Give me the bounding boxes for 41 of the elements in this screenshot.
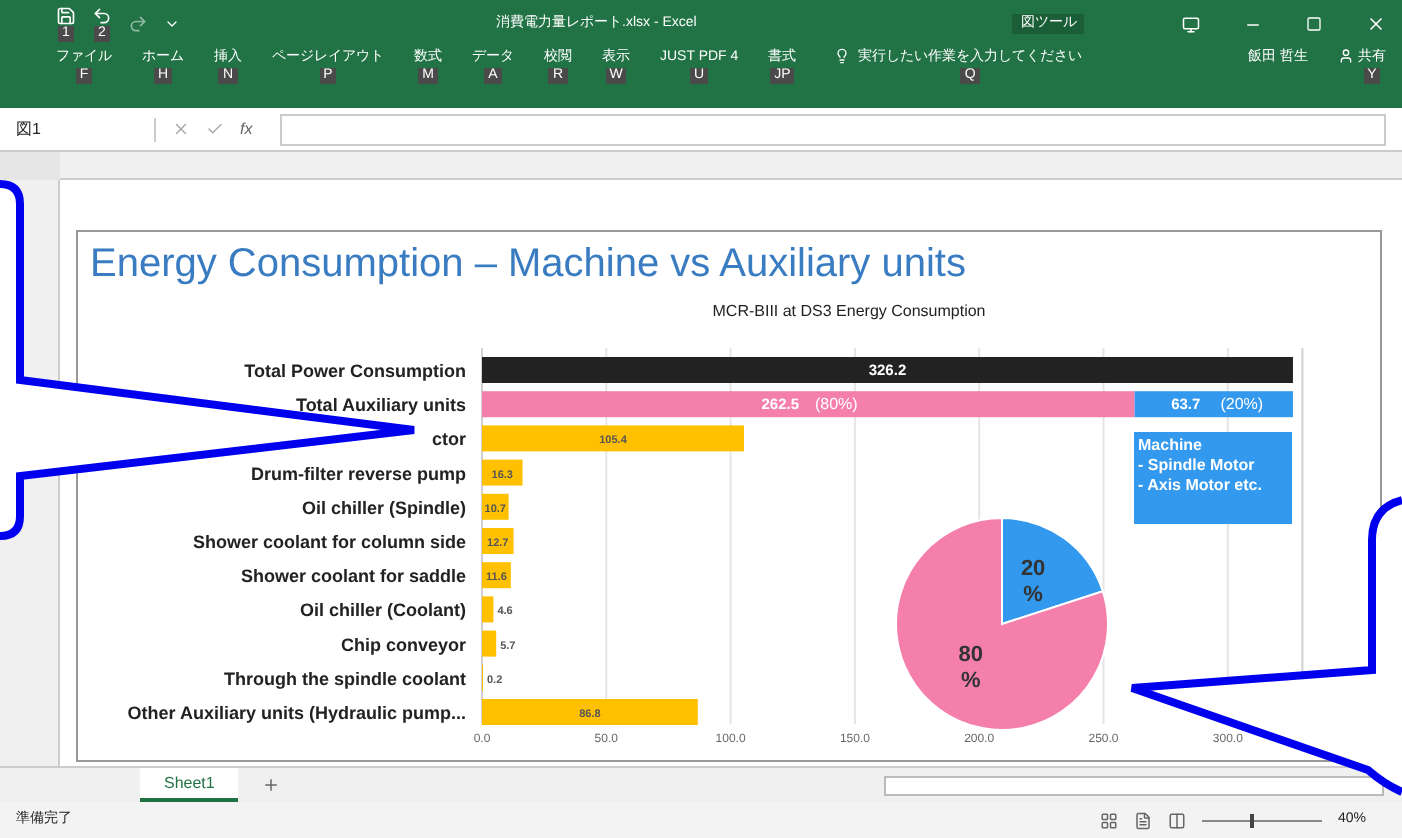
slice-label: 20 % xyxy=(1020,557,1046,608)
close-icon[interactable] xyxy=(1366,14,1386,34)
page-break-icon[interactable] xyxy=(1167,811,1186,829)
function-button[interactable]: fx xyxy=(240,117,264,141)
bar xyxy=(482,493,509,520)
bar xyxy=(482,630,497,657)
formula-field[interactable] xyxy=(280,113,1386,145)
category-label: Shower coolant for column side xyxy=(192,532,466,552)
person-icon xyxy=(1338,48,1354,64)
share-label: (20%) xyxy=(1220,395,1264,414)
category-label: Through the spindle coolant xyxy=(224,668,466,689)
category-label: Other Auxiliary units (Hydraulic pump... xyxy=(127,703,466,723)
category-label: Chip conveyor xyxy=(340,634,466,655)
normal-view-icon[interactable] xyxy=(1099,811,1118,829)
maximize-icon[interactable] xyxy=(1306,16,1322,32)
slice-label: 80 % xyxy=(958,642,984,693)
bar xyxy=(482,459,523,486)
sheet-tab[interactable]: Sheet1 xyxy=(140,768,239,802)
category-label: ctor xyxy=(431,429,466,450)
zoom-thumb[interactable] xyxy=(1249,813,1254,827)
bar xyxy=(482,596,494,623)
category-label: Oil chiller (Coolant) xyxy=(299,600,466,621)
caret-icon[interactable] xyxy=(164,16,180,32)
chart-title: Energy Consumption – Machine vs Auxiliary units xyxy=(88,240,968,288)
horizontal-scrollbar[interactable] xyxy=(884,775,1385,795)
category-label: Shower coolant for saddle xyxy=(240,566,466,587)
category-label: Oil chiller (Spindle) xyxy=(301,497,466,518)
category-label: Total Power Consumption xyxy=(244,361,466,381)
page-layout-icon[interactable] xyxy=(1133,811,1152,829)
save-icon[interactable] xyxy=(56,6,76,26)
category-label: Total Auxiliary units xyxy=(295,395,466,416)
lightbulb-icon xyxy=(834,48,851,64)
category-label: Drum-filter reverse pump xyxy=(250,463,466,484)
name-box[interactable]: 図1 xyxy=(16,117,156,141)
bar xyxy=(482,528,514,554)
share-label: (80%) xyxy=(814,395,858,414)
add-sheet-icon[interactable] xyxy=(262,776,281,794)
bar xyxy=(482,562,511,589)
undo-icon[interactable] xyxy=(92,6,112,26)
note-text: Machine - Spindle Motor - Axis Motor etc. xyxy=(1138,436,1262,494)
chart-subtitle: MCR-BIII at DS3 Energy Consumption xyxy=(710,300,988,324)
